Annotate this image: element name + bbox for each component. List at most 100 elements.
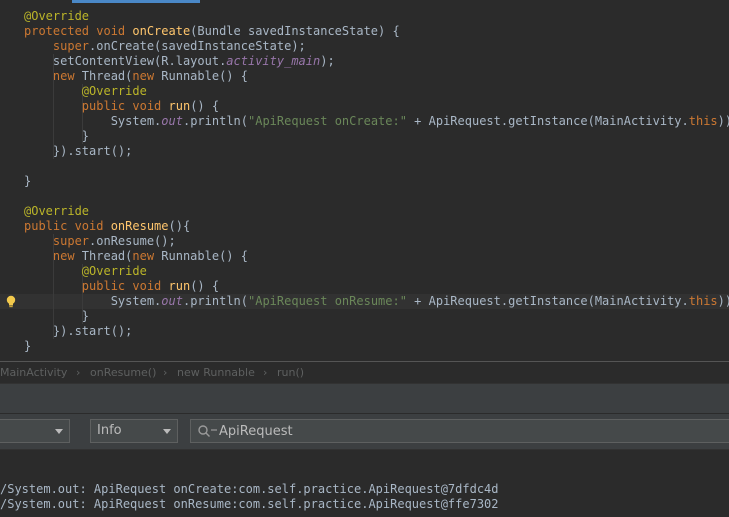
code-line: System.out.println("ApiRequest onResume:… <box>24 294 729 309</box>
code-line: System.out.println("ApiRequest onCreate:… <box>24 114 729 129</box>
code-line: public void run() { <box>24 99 219 114</box>
breadcrumb-item-run[interactable]: run() <box>277 362 304 383</box>
code-token: new <box>132 69 162 83</box>
logcat-output[interactable]: /System.out: ApiRequest onCreate:com.sel… <box>0 449 729 517</box>
code-token: } <box>24 174 32 188</box>
code-token: .onResume(); <box>89 234 176 248</box>
code-token: this <box>688 294 718 308</box>
code-token: .onCreate(savedInstanceState); <box>89 39 306 53</box>
code-line: super.onResume(); <box>24 234 176 249</box>
code-token: super <box>24 39 90 53</box>
log-level-value: Info <box>97 423 122 438</box>
ide-window: @Override protected void onCreate(Bundle … <box>0 0 729 517</box>
code-token: )); <box>717 294 729 308</box>
log-line: /System.out: ApiRequest onResume:com.sel… <box>0 497 499 511</box>
code-token: (){ <box>168 219 191 233</box>
code-token: Runnable() { <box>161 249 248 263</box>
code-line: public void run() { <box>24 279 219 294</box>
code-line: setContentView(R.layout.activity_main); <box>24 54 335 69</box>
active-tab-indicator <box>72 0 200 3</box>
code-token: () { <box>190 99 220 113</box>
code-token: } <box>24 129 90 143</box>
code-line: } <box>24 339 31 354</box>
code-editor[interactable]: @Override protected void onCreate(Bundle … <box>0 0 729 361</box>
code-token: getInstance <box>508 114 588 128</box>
device-select[interactable] <box>0 419 70 443</box>
code-line: new Thread(new Runnable() { <box>24 69 248 84</box>
search-icon[interactable] <box>197 424 219 438</box>
chevron-down-icon <box>55 429 63 434</box>
code-line: }).start(); <box>24 324 132 339</box>
code-token: @Override <box>24 9 90 23</box>
code-token: }).start(); <box>24 144 133 158</box>
log-level-select[interactable]: Info <box>90 419 178 443</box>
code-token: run <box>168 279 191 293</box>
code-token: + ApiRequest. <box>406 114 509 128</box>
code-token: ); <box>320 54 335 68</box>
code-token: new <box>24 69 82 83</box>
breadcrumb-separator: › <box>263 366 268 379</box>
code-line: @Override <box>24 84 147 99</box>
code-token: super <box>24 234 90 248</box>
code-token: out <box>161 114 183 128</box>
code-token: @Override <box>24 84 147 98</box>
code-token: Thread( <box>81 249 133 263</box>
code-token: (Bundle savedInstanceState) { <box>190 24 400 38</box>
code-token: .println( <box>182 114 248 128</box>
code-line: new Thread(new Runnable() { <box>24 249 248 264</box>
code-token: protected void <box>24 24 133 38</box>
lightbulb-icon[interactable] <box>4 294 18 309</box>
code-line: } <box>24 309 89 324</box>
breadcrumb-separator: › <box>76 366 81 379</box>
code-line: @Override <box>24 264 147 279</box>
breadcrumb: MainActivity › onResume() › new Runnable… <box>0 361 729 383</box>
code-token: @Override <box>24 264 147 278</box>
code-token: Runnable() { <box>161 69 248 83</box>
code-token: new <box>24 249 82 263</box>
code-token: } <box>24 309 90 323</box>
code-line: } <box>24 129 89 144</box>
code-token: out <box>161 294 183 308</box>
log-line: /System.out: ApiRequest onCreate:com.sel… <box>0 482 499 496</box>
code-token: onResume <box>110 219 169 233</box>
breadcrumb-item-mainactivity[interactable]: MainActivity <box>0 362 67 383</box>
code-token: System. <box>24 114 162 128</box>
breadcrumb-separator: › <box>163 366 168 379</box>
code-token: onCreate <box>132 24 191 38</box>
code-line: protected void onCreate(Bundle savedInst… <box>24 24 400 39</box>
code-line: @Override <box>24 204 89 219</box>
code-token: )); <box>717 114 729 128</box>
code-token: this <box>688 114 718 128</box>
code-token: run <box>168 99 191 113</box>
breadcrumb-item-onresume[interactable]: onResume() <box>90 362 156 383</box>
chevron-down-icon <box>163 429 171 434</box>
breadcrumb-item-new-runnable[interactable]: new Runnable <box>177 362 255 383</box>
code-token: public void <box>24 99 169 113</box>
code-token: } <box>24 339 32 353</box>
code-line: } <box>24 174 31 189</box>
code-token: () { <box>190 279 220 293</box>
code-token: "ApiRequest onResume:" <box>248 294 407 308</box>
code-token: Thread( <box>81 69 133 83</box>
code-line: public void onResume(){ <box>24 219 190 234</box>
code-token: public void <box>24 219 111 233</box>
code-line: @Override <box>24 9 89 24</box>
logcat-search-box <box>190 419 729 443</box>
code-token: new <box>132 249 162 263</box>
code-token: public void <box>24 279 169 293</box>
code-line: }).start(); <box>24 144 132 159</box>
code-token: + ApiRequest. <box>406 294 509 308</box>
code-token: .println( <box>182 294 248 308</box>
code-token: "ApiRequest onCreate:" <box>248 114 407 128</box>
code-line: super.onCreate(savedInstanceState); <box>24 39 306 54</box>
code-token: @Override <box>24 204 90 218</box>
code-token: }).start(); <box>24 324 133 338</box>
code-token: System. <box>24 294 162 308</box>
logcat-toolbar <box>0 383 729 413</box>
logcat-search-input[interactable] <box>219 421 719 441</box>
code-token: activity_main <box>226 54 321 68</box>
code-token: setContentView(R.layout. <box>24 54 227 68</box>
code-token: getInstance <box>508 294 588 308</box>
code-token: (MainActivity. <box>587 114 689 128</box>
code-token: (MainActivity. <box>587 294 689 308</box>
